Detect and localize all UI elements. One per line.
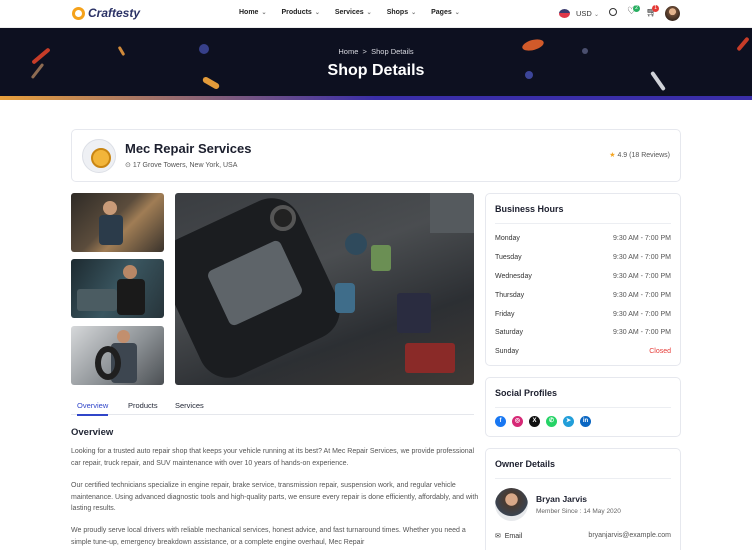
shop-rating: ★ 4.9 (18 Reviews) xyxy=(609,152,670,159)
tab-products[interactable]: Products xyxy=(128,401,158,410)
menu-item-pages[interactable]: Pages ⌄ xyxy=(431,9,460,16)
cart-count-badge: 1 xyxy=(652,5,659,12)
breadcrumb-home[interactable]: Home xyxy=(338,47,358,56)
gallery-thumb-mechanic-tire[interactable] xyxy=(71,326,164,385)
tab-overview[interactable]: Overview xyxy=(77,401,109,416)
owner-avatar xyxy=(495,488,528,521)
shop-logo xyxy=(82,139,116,173)
tab-services[interactable]: Services xyxy=(175,401,204,410)
chevron-down-icon: ⌄ xyxy=(366,10,372,16)
gallery-thumb-mechanic-workbench[interactable] xyxy=(71,193,164,252)
chevron-down-icon: ⌄ xyxy=(314,10,320,16)
chevron-down-icon: ⌄ xyxy=(261,10,267,16)
shop-name: Mec Repair Services xyxy=(125,141,252,156)
business-hours-card: Business Hours Monday 9:30 AM - 7:00 PM T… xyxy=(485,193,681,366)
owner-email[interactable]: bryanjarvis@example.com xyxy=(588,532,671,539)
overview-paragraph-2: Our certified technicians specialize in … xyxy=(71,482,479,512)
banner-stripe xyxy=(0,96,752,100)
menu-item-services[interactable]: Services ⌄ xyxy=(335,9,372,16)
chevron-down-icon: ⌄ xyxy=(411,10,417,16)
business-hours-title: Business Hours xyxy=(495,204,564,214)
overview-paragraph-3: We proudly serve local drivers with reli… xyxy=(71,527,466,546)
telegram-icon[interactable]: ➤ xyxy=(563,416,574,427)
user-avatar[interactable] xyxy=(665,6,680,21)
star-icon: ★ xyxy=(609,152,616,159)
currency-selector[interactable]: USD ⌄ xyxy=(576,9,599,18)
owner-member-since: Member Since : 14 May 2020 xyxy=(536,508,621,515)
menu-item-home[interactable]: Home ⌄ xyxy=(239,9,266,16)
x-icon[interactable]: X xyxy=(529,416,540,427)
wishlist-count-badge: 2 xyxy=(633,5,640,12)
instagram-icon[interactable]: ◎ xyxy=(512,416,523,427)
divider xyxy=(495,478,671,479)
gallery-thumb-mechanic-engine[interactable] xyxy=(71,259,164,318)
gear-logo-icon xyxy=(72,6,85,20)
owner-name: Bryan Jarvis xyxy=(536,494,588,504)
brand-name: Craftesty xyxy=(88,6,141,20)
facebook-icon[interactable]: f xyxy=(495,416,506,427)
menu-item-products[interactable]: Products ⌄ xyxy=(281,9,319,16)
divider xyxy=(495,223,671,224)
owner-details-card: Owner Details Bryan Jarvis Member Since … xyxy=(485,448,681,550)
whatsapp-icon[interactable]: ✆ xyxy=(546,416,557,427)
shop-header-card: Mec Repair Services ⊙ 17 Grove Towers, N… xyxy=(71,129,681,182)
location-pin-icon: ⊙ xyxy=(125,162,131,169)
breadcrumb-current: Shop Details xyxy=(371,47,414,56)
chevron-down-icon: ⌄ xyxy=(454,10,460,16)
main-gallery-image-garage[interactable] xyxy=(175,193,474,385)
overview-paragraph-1: Looking for a trusted auto repair shop t… xyxy=(71,448,475,467)
shop-tabs: Overview Products Services xyxy=(71,398,474,416)
menu-item-shops[interactable]: Shops ⌄ xyxy=(387,9,416,16)
theme-toggle-icon[interactable] xyxy=(609,8,617,16)
social-profiles-card: Social Profiles f ◎ X ✆ ➤ in xyxy=(485,377,681,437)
mail-icon: ✉ xyxy=(495,533,501,540)
linkedin-icon[interactable]: in xyxy=(580,416,591,427)
us-flag-icon[interactable] xyxy=(559,9,570,18)
owner-email-label: ✉ Email xyxy=(495,533,523,540)
top-navbar: Craftesty Home ⌄ Products ⌄ Services ⌄ Shop… xyxy=(0,0,752,28)
page-title: Shop Details xyxy=(327,62,425,79)
owner-details-title: Owner Details xyxy=(495,459,556,469)
closed-status: Closed xyxy=(649,348,671,355)
breadcrumb-separator-icon: > xyxy=(362,47,367,56)
page-banner: Home > Shop Details Shop Details xyxy=(0,28,752,100)
breadcrumb: Home > Shop Details xyxy=(0,47,752,56)
shop-address: ⊙ 17 Grove Towers, New York, USA xyxy=(125,162,238,169)
overview-heading: Overview xyxy=(71,427,114,438)
main-menu: Home ⌄ Products ⌄ Services ⌄ Shops ⌄ Pages ⌄ xyxy=(239,9,460,16)
brand-logo[interactable]: Craftesty xyxy=(72,6,140,20)
